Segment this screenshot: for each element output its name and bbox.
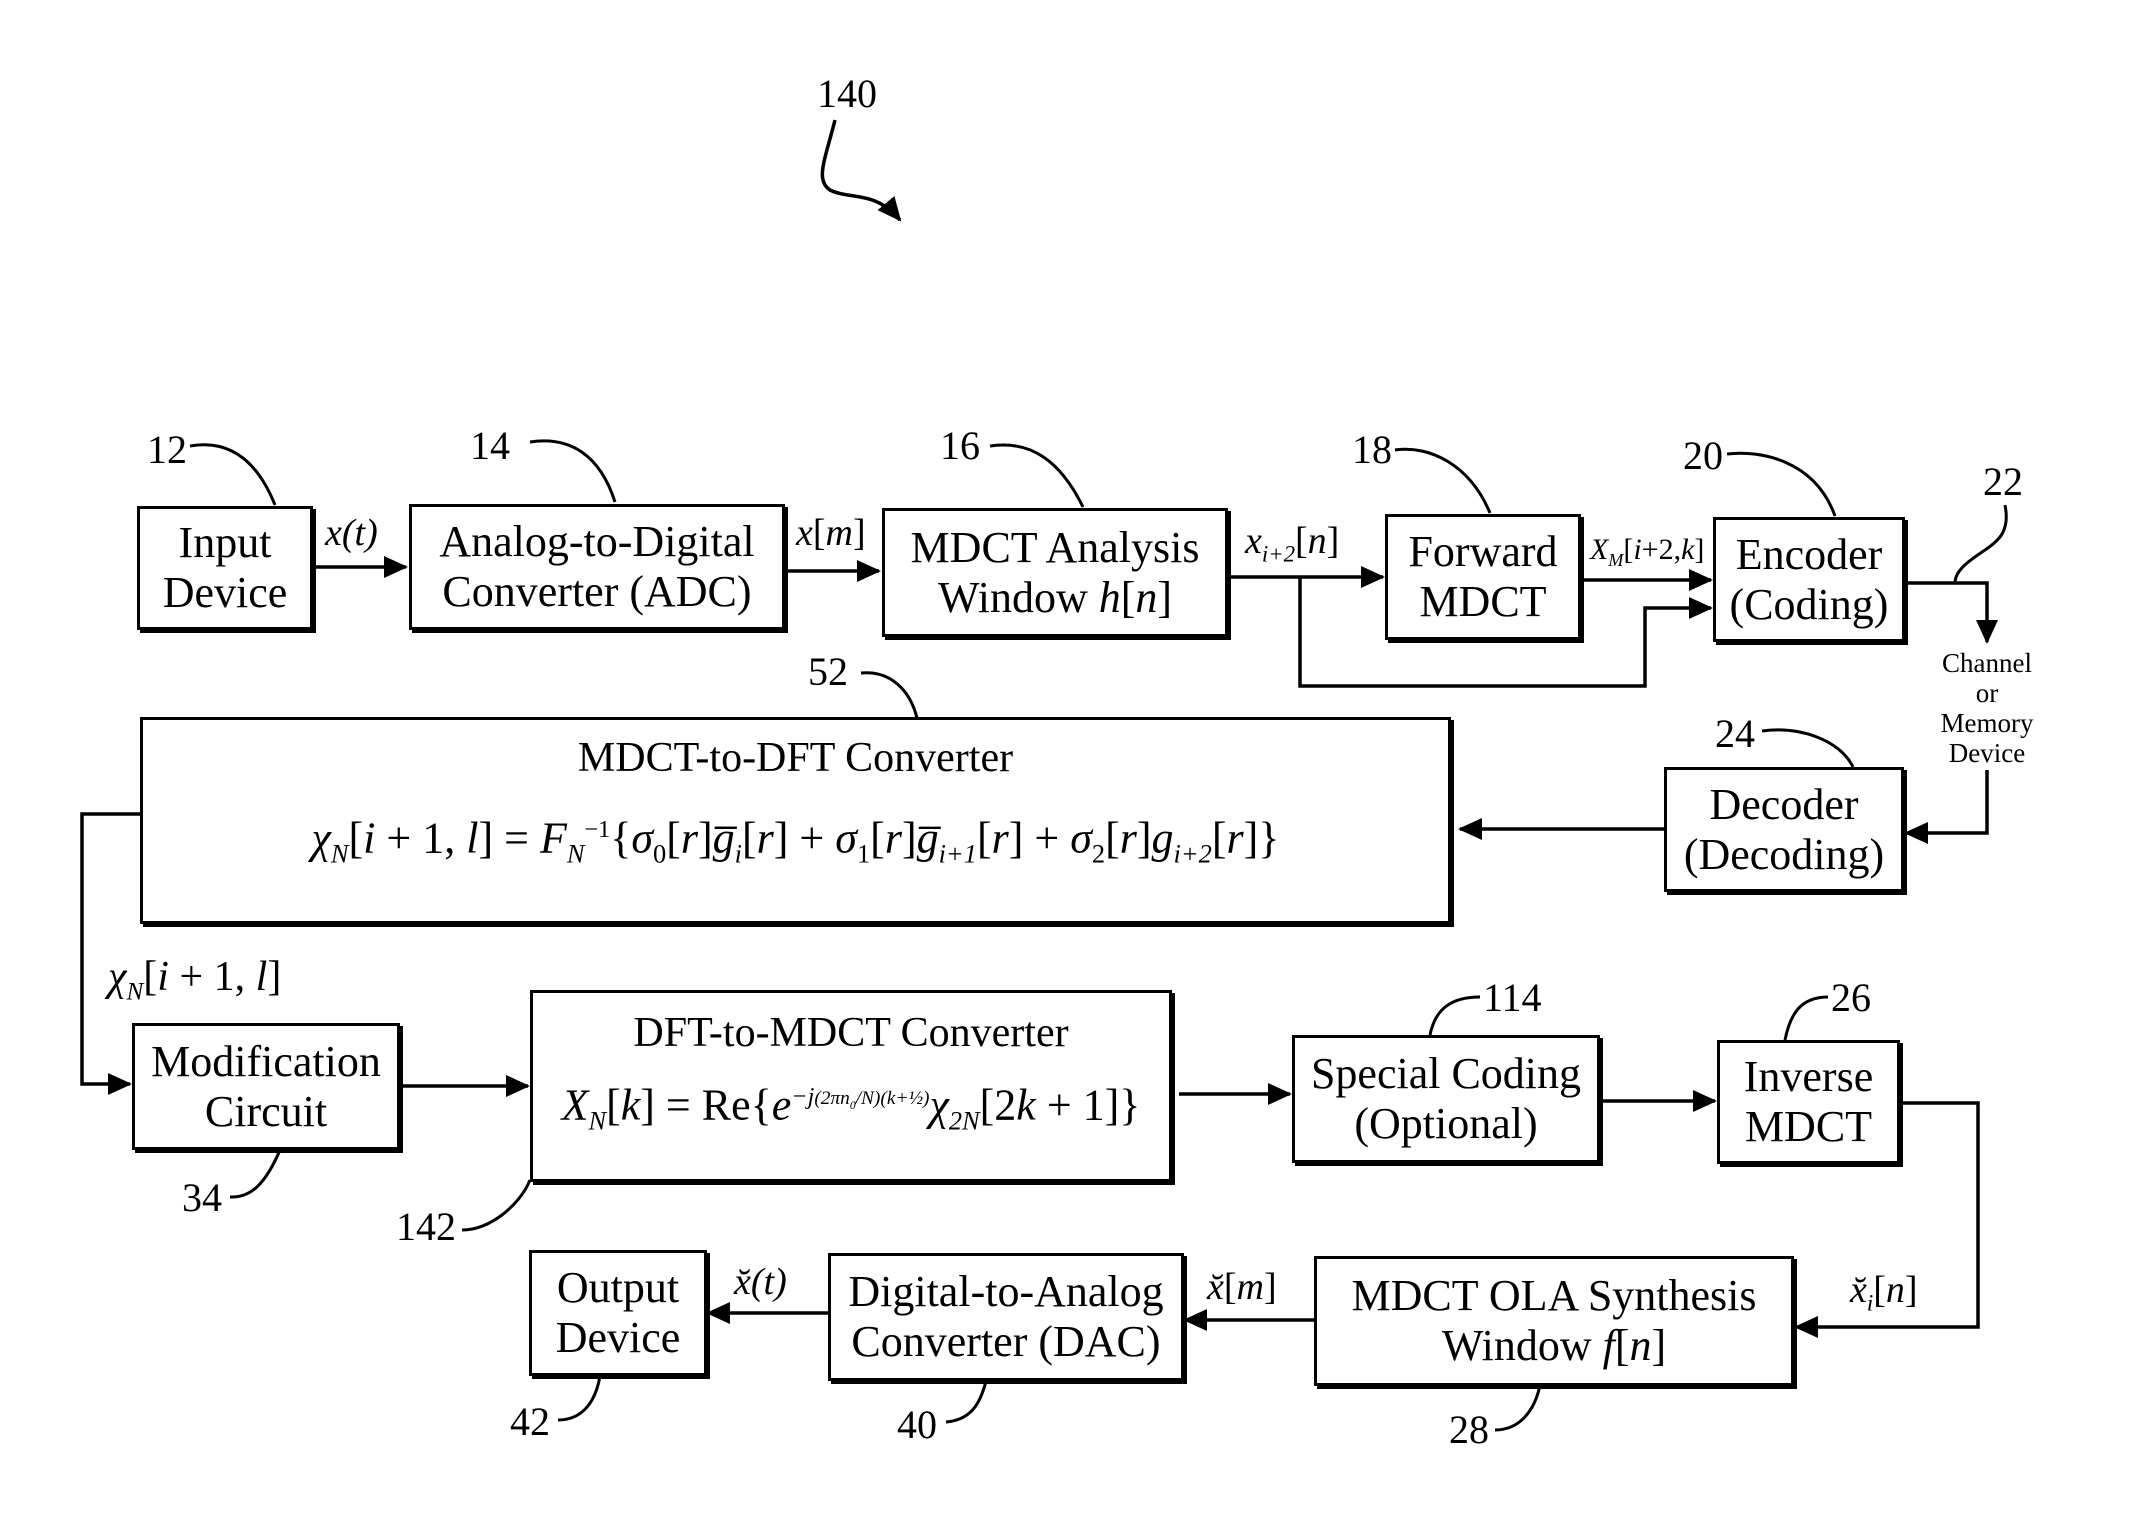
mdct-to-dft-converter-block: MDCT-to-DFT Converter χN[i + 1, l] = FN−…: [140, 717, 1451, 924]
ref-number-20: 20: [1683, 433, 1723, 478]
leader-142: [461, 1179, 532, 1232]
leader-26: [1783, 995, 1829, 1041]
ref-number-52: 52: [808, 649, 848, 694]
block-label-line1: Forward: [1408, 527, 1558, 576]
signal-label-x-i2-n: xi+2[n]: [1245, 520, 1340, 567]
ref-number-12: 12: [147, 427, 187, 472]
leader-52: [860, 671, 919, 719]
block-label-line1: Decoder: [1709, 779, 1859, 829]
signal-label-xbreve-t: x̆(t): [734, 1261, 787, 1303]
leader-28: [1494, 1384, 1542, 1432]
channel-label-line: or: [1975, 678, 1999, 708]
block-label-line2: Window h[n]: [937, 572, 1173, 622]
figure-ref-number: 140: [817, 71, 877, 116]
signal-label-x-t: x(t): [325, 512, 378, 554]
block-label-line2: Device: [555, 1313, 681, 1362]
block-label-line1: Analog-to-Digital: [439, 517, 755, 566]
ref-number-34: 34: [182, 1175, 222, 1220]
block-label-line1: MDCT Analysis: [910, 522, 1200, 572]
dft-to-mdct-converter-block: DFT-to-MDCT Converter XN[k] = Re{e−j(2πn…: [530, 990, 1172, 1182]
ref-number-18: 18: [1352, 427, 1392, 472]
special-coding-block: Special Coding (Optional): [1292, 1035, 1600, 1163]
block-label-line1: Input: [178, 518, 272, 567]
block-label-line2: MDCT: [1744, 1102, 1873, 1151]
encoder-block: Encoder (Coding): [1713, 517, 1905, 642]
ref-number-114: 114: [1483, 975, 1542, 1020]
input-device-block: Input Device: [137, 506, 313, 630]
signal-label-chi-N: χN[i + 1, l]: [108, 954, 282, 1006]
block-diagram-canvas: 140 12 Input Device x(t) 14 Analog-to-Di…: [0, 0, 2137, 1526]
ref-number-28: 28: [1449, 1407, 1489, 1452]
block-label-line2: (Decoding): [1683, 829, 1885, 879]
wire-channel-decoder: [1904, 770, 1989, 844]
block-label-line1: Encoder: [1735, 529, 1883, 579]
decoder-block: Decoder (Decoding): [1664, 767, 1904, 892]
wire-encoder-channel: [1908, 581, 1998, 644]
mdct-to-dft-formula: χN[i + 1, l] = FN−1{σ0[r]g̅̅i[r] + σ1[r]…: [311, 813, 1280, 869]
output-device-block: Output Device: [529, 1250, 707, 1376]
leader-18: [1394, 447, 1492, 514]
block-label-line2: Converter (ADC): [442, 567, 752, 616]
leader-14: [529, 439, 617, 503]
dft-to-mdct-formula: XN[k] = Re{e−j(2πn0/N)(k+½)χ2N[2k + 1]}: [561, 1080, 1141, 1136]
ref-number-14: 14: [470, 423, 510, 468]
leader-42: [557, 1375, 602, 1422]
block-label-line2: Device: [162, 568, 288, 617]
block-label-line2: Circuit: [204, 1086, 328, 1136]
ref-number-42: 42: [510, 1399, 550, 1444]
signal-label-X-M: XM[i+2,k]: [1590, 533, 1705, 570]
inverse-mdct-block: Inverse MDCT: [1717, 1040, 1900, 1164]
block-label-line1: MDCT OLA Synthesis: [1351, 1271, 1757, 1320]
block-title: DFT-to-MDCT Converter: [633, 1010, 1069, 1056]
channel-label-line: Memory: [1940, 708, 2034, 738]
ref-number-40: 40: [897, 1402, 937, 1447]
block-label-line1: Output: [556, 1263, 680, 1312]
channel-label-line: Device: [1948, 738, 2026, 768]
block-label-line1: Inverse: [1743, 1052, 1874, 1101]
ref-number-24: 24: [1715, 711, 1755, 756]
leader-114: [1428, 995, 1481, 1036]
ref-number-22: 22: [1983, 459, 2023, 504]
block-title: MDCT-to-DFT Converter: [577, 735, 1014, 781]
ref-number-26: 26: [1831, 975, 1871, 1020]
ref-number-16: 16: [940, 423, 980, 468]
block-label-line2: Window f[n]: [1441, 1321, 1667, 1370]
block-label-line2: Converter (DAC): [851, 1317, 1161, 1366]
leader-34: [229, 1149, 282, 1199]
leader-22: [1953, 504, 2008, 584]
block-label-line1: Special Coding: [1310, 1049, 1582, 1098]
leader-40: [945, 1380, 988, 1424]
mdct-ola-synthesis-window-block: MDCT OLA Synthesis Window f[n]: [1314, 1256, 1794, 1386]
block-label-line2: MDCT: [1419, 577, 1547, 626]
signal-label-x-m: x[m]: [796, 512, 866, 554]
forward-mdct-block: Forward MDCT: [1385, 514, 1581, 640]
mdct-analysis-window-block: MDCT Analysis Window h[n]: [882, 508, 1228, 637]
block-label-line2: (Coding): [1729, 579, 1889, 629]
channel-label-line: Channel: [1942, 648, 2032, 678]
block-label-line2: (Optional): [1354, 1099, 1538, 1148]
modification-circuit-block: Modification Circuit: [132, 1023, 400, 1150]
leader-16: [989, 443, 1085, 508]
leader-20: [1726, 451, 1837, 517]
dac-block: Digital-to-Analog Converter (DAC): [828, 1253, 1184, 1381]
ref-number-142: 142: [396, 1204, 456, 1249]
block-label-line1: Modification: [151, 1036, 381, 1086]
signal-label-xbreve-i-n: x̆i[n]: [1850, 1269, 1918, 1316]
adc-block: Analog-to-Digital Converter (ADC): [409, 504, 785, 630]
figure-ref-leader: [820, 119, 902, 222]
block-label-line1: Digital-to-Analog: [848, 1267, 1164, 1316]
leader-24: [1761, 728, 1855, 768]
channel-or-memory-device-label: Channel or Memory Device: [1937, 648, 2037, 768]
leader-12: [189, 443, 277, 506]
signal-label-xbreve-m: x̆[m]: [1207, 1266, 1277, 1308]
